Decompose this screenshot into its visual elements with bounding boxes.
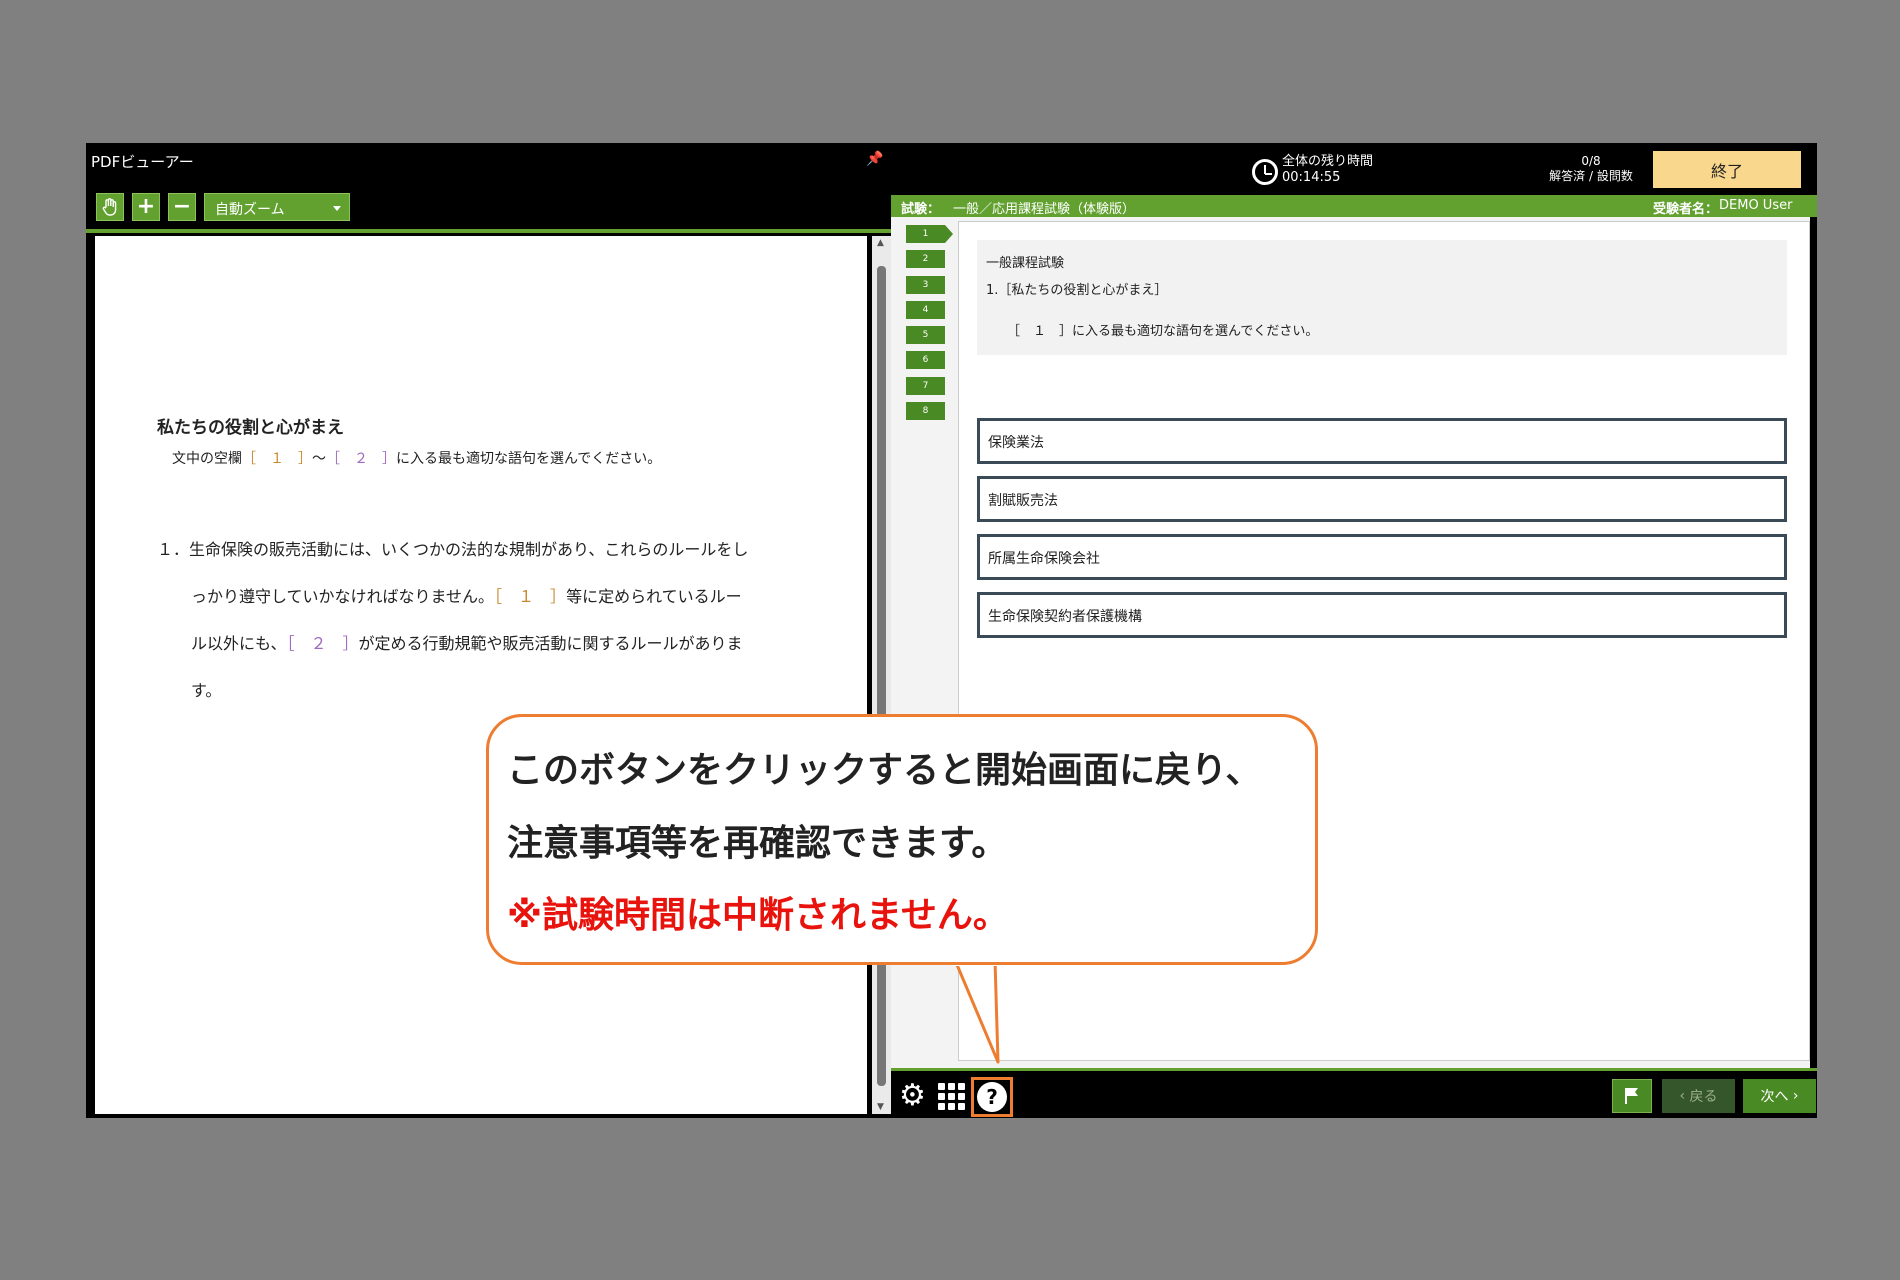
paragraph-text: ル以外にも、	[191, 634, 287, 653]
examinee-name: DEMO User	[1719, 198, 1793, 213]
question-nav-item[interactable]: 2	[906, 250, 945, 269]
callout-line: 注意事項等を再確認できます。	[507, 823, 1008, 864]
remaining-time-value: 00:14:55	[1282, 170, 1341, 185]
examinee-label: 受験者名：	[1653, 202, 1719, 217]
paragraph-line: １．生命保険の販売活動には、いくつかの法的な規制があり、これらのルールをし	[157, 526, 827, 573]
instruction-suffix: に入る最も適切な語句を選んでください。	[396, 451, 662, 467]
callout-line: このボタンをクリックすると開始画面に戻り、	[507, 750, 1262, 791]
bottom-bar: ⚙ ? ‹ 戻る 次へ ›	[891, 1068, 1817, 1118]
question-nav-item[interactable]: 6	[906, 351, 945, 370]
zoom-select[interactable]: 自動ズーム	[204, 193, 350, 221]
question-nav-item[interactable]: 8	[906, 402, 945, 421]
pdf-toolbar: + − 自動ズーム	[96, 193, 350, 221]
zoom-out-button[interactable]: −	[168, 193, 196, 221]
plus-icon: +	[136, 194, 156, 219]
instruction-tilde: ～	[312, 451, 326, 467]
document-heading: 私たちの役割と心がまえ	[157, 418, 344, 438]
question-title: 1.［私たちの役割と心がまえ］	[986, 283, 1168, 298]
flag-icon	[1625, 1088, 1638, 1104]
question-nav-item[interactable]: 3	[906, 275, 945, 294]
remaining-time: 全体の残り時間 00:14:55	[1282, 154, 1373, 186]
question-nav-item[interactable]: 7	[906, 376, 945, 395]
question-prompt: ［ １ ］に入る最も適切な語句を選んでください。	[1007, 324, 1319, 339]
exam-name: 一般／応用課程試験（体験版）	[953, 202, 1136, 217]
callout-box: このボタンをクリックすると開始画面に戻り、 注意事項等を再確認できます。 ※試験…	[486, 714, 1318, 965]
question-nav-item[interactable]: 4	[906, 300, 945, 319]
paragraph-text: 等に定められているルー	[566, 587, 742, 606]
question-category: 一般課程試験	[986, 256, 1065, 271]
chevron-left-icon: ‹	[1679, 1088, 1690, 1104]
callout-warning: ※試験時間は中断されません。	[507, 895, 1009, 936]
question-nav-item[interactable]: 5	[906, 326, 945, 345]
scroll-up-icon[interactable]: ▲	[877, 238, 884, 248]
instruction-prefix: 文中の空欄	[172, 451, 242, 467]
end-exam-button[interactable]: 終了	[1653, 151, 1801, 188]
back-button[interactable]: ‹ 戻る	[1662, 1079, 1735, 1113]
help-button[interactable]: ?	[971, 1077, 1013, 1117]
remaining-time-label: 全体の残り時間	[1282, 154, 1374, 169]
answer-choice[interactable]: 割賦販売法	[977, 476, 1787, 522]
paragraph-text: が定める行動規範や販売活動に関するルールがありま	[358, 634, 743, 653]
pdf-page: 私たちの役割と心がまえ 文中の空欄［ １ ］～［ ２ ］に入る最も適切な語句を選…	[95, 236, 867, 1114]
paragraph-text: す。	[191, 681, 222, 700]
paragraph-line: っかり遵守していかなければなりません。［ １ ］等に定められているルー	[157, 573, 827, 620]
grid-menu-icon[interactable]	[938, 1083, 965, 1110]
instruction-blank-2: ［ ２ ］	[326, 451, 396, 467]
zoom-select-value: 自動ズーム	[215, 202, 285, 218]
question-box: 一般課程試験 1.［私たちの役割と心がまえ］ ［ １ ］に入る最も適切な語句を選…	[977, 240, 1787, 355]
document-instruction: 文中の空欄［ １ ］～［ ２ ］に入る最も適切な語句を選んでください。	[172, 448, 661, 468]
answer-choice[interactable]: 生命保険契約者保護機構	[977, 592, 1787, 638]
paragraph-blank-2: ［ ２ ］	[286, 634, 359, 653]
exam-label: 試験：	[901, 202, 941, 217]
hand-tool-button[interactable]	[96, 193, 124, 221]
paragraph-text: 生命保険の販売活動には、いくつかの法的な規制があり、これらのルールをし	[189, 540, 749, 559]
pdf-toolbar-divider	[86, 229, 891, 233]
paragraph-line: す。	[157, 667, 827, 714]
gear-icon[interactable]: ⚙	[899, 1081, 926, 1111]
question-mark-icon: ?	[977, 1082, 1007, 1112]
hand-icon	[102, 198, 117, 216]
caret-down-icon	[333, 206, 341, 211]
zoom-in-button[interactable]: +	[132, 193, 160, 221]
answered-count: 0/8	[1581, 154, 1601, 168]
paragraph-line: ル以外にも、［ ２ ］が定める行動規範や販売活動に関するルールがありま	[157, 620, 827, 667]
paragraph-blank-1: ［ １ ］	[494, 587, 567, 606]
answer-choice[interactable]: 所属生命保険会社	[977, 534, 1787, 580]
callout-tail	[953, 960, 1000, 1064]
flag-button[interactable]	[1612, 1079, 1652, 1113]
next-button[interactable]: 次へ ›	[1743, 1079, 1816, 1113]
next-button-label: 次へ	[1760, 1089, 1789, 1105]
pdf-viewer-title: PDFビューアー	[91, 153, 194, 171]
paragraph-text: っかり遵守していかなければなりません。	[191, 587, 495, 606]
answer-choice[interactable]: 保険業法	[977, 418, 1787, 464]
answered-status: 0/8 解答済 / 設問数	[1536, 154, 1646, 184]
chevron-right-icon: ›	[1788, 1088, 1799, 1104]
document-paragraph: １．生命保険の販売活動には、いくつかの法的な規制があり、これらのルールをし っか…	[157, 526, 827, 714]
question-nav-item[interactable]: 1	[906, 225, 953, 243]
answered-label: 解答済 / 設問数	[1549, 169, 1633, 183]
pin-icon[interactable]: 📌	[866, 151, 883, 167]
pdf-scrollbar[interactable]: ▲ ▼	[872, 236, 891, 1114]
question-navigator: 1 2 3 4 5 6 7 8	[906, 225, 953, 427]
instruction-blank-1: ［ １ ］	[242, 451, 312, 467]
scroll-down-icon[interactable]: ▼	[877, 1102, 884, 1112]
exam-header: 試験： 一般／応用課程試験（体験版） 受験者名： DEMO User	[891, 195, 1817, 217]
back-button-label: 戻る	[1689, 1089, 1718, 1105]
minus-icon: −	[172, 194, 192, 219]
paragraph-number: １．	[157, 540, 190, 559]
clock-icon	[1252, 159, 1278, 185]
